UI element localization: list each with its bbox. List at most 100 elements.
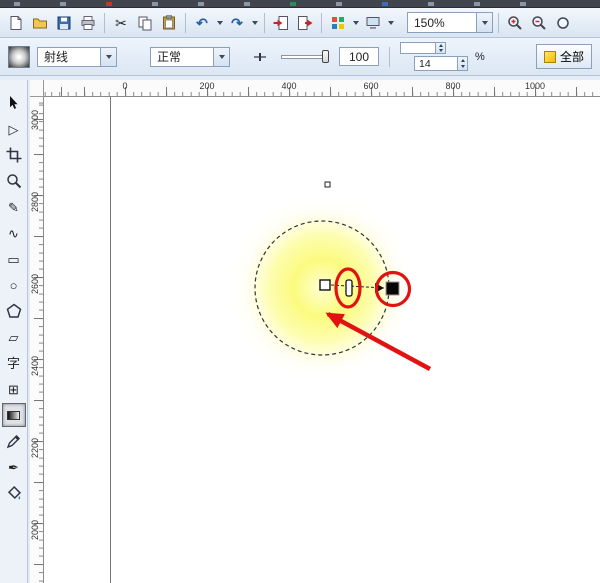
edge-pad-spinner[interactable] bbox=[457, 57, 467, 70]
print-button[interactable] bbox=[77, 12, 99, 34]
midpoint-field[interactable]: 100 bbox=[339, 47, 379, 66]
application-launcher-button[interactable] bbox=[327, 12, 349, 34]
rectangle-tool[interactable]: ▭ bbox=[2, 247, 26, 271]
apply-all-label: 全部 bbox=[559, 50, 584, 64]
edge-pad-field[interactable]: 14 bbox=[414, 56, 468, 71]
artistic-media-tool[interactable]: ∿ bbox=[2, 221, 26, 245]
ruler-label: 2400 bbox=[30, 355, 40, 377]
menu-item-icon bbox=[152, 1, 158, 6]
gradient-start-handle[interactable] bbox=[319, 279, 331, 291]
zoom-level-combo[interactable]: 150% bbox=[407, 12, 493, 33]
color-eyedropper-tool[interactable] bbox=[2, 429, 26, 453]
cut-button[interactable]: ✂ bbox=[110, 12, 132, 34]
save-icon bbox=[57, 16, 71, 29]
new-document-button[interactable] bbox=[5, 12, 27, 34]
steps-field[interactable] bbox=[400, 42, 446, 54]
redo-dropdown[interactable] bbox=[250, 12, 259, 34]
ruler-origin-corner[interactable] bbox=[30, 80, 44, 97]
undo-dropdown[interactable] bbox=[215, 12, 224, 34]
midpoint-slider[interactable] bbox=[281, 50, 329, 63]
chevron-down-icon bbox=[216, 20, 223, 25]
horizontal-ruler[interactable]: 0 200 400 600 800 1000 bbox=[44, 80, 600, 97]
welcome-screen-button[interactable] bbox=[362, 12, 384, 34]
interactive-fill-icon bbox=[7, 410, 20, 420]
apply-all-icon bbox=[543, 50, 556, 63]
spin-up-icon bbox=[438, 44, 443, 47]
toolbar-separator bbox=[104, 12, 105, 33]
welcome-dropdown[interactable] bbox=[386, 12, 395, 34]
chevron-down-icon bbox=[481, 20, 488, 25]
table-tool[interactable]: ⊞ bbox=[2, 377, 26, 401]
fill-type-combo[interactable]: 射线 bbox=[37, 46, 117, 67]
gradient-midpoint-handle[interactable] bbox=[345, 279, 353, 297]
import-button[interactable] bbox=[270, 12, 292, 34]
rectangle-icon: ▭ bbox=[7, 251, 20, 267]
crop-tool[interactable] bbox=[2, 143, 26, 167]
blend-mode-combo-arrow[interactable] bbox=[213, 47, 229, 66]
midpoint-slider-handle[interactable] bbox=[322, 50, 329, 63]
magnifier-icon bbox=[6, 174, 21, 189]
export-button[interactable] bbox=[294, 12, 316, 34]
pan-button[interactable] bbox=[552, 12, 574, 34]
pan-icon bbox=[557, 16, 569, 29]
ruler-label: 2800 bbox=[30, 191, 40, 213]
save-button[interactable] bbox=[53, 12, 75, 34]
cut-icon: ✂ bbox=[115, 14, 127, 31]
copy-button[interactable] bbox=[134, 12, 156, 34]
redo-button[interactable]: ↷ bbox=[226, 12, 248, 34]
zoom-combo-arrow[interactable] bbox=[476, 13, 492, 32]
artistic-media-icon: ∿ bbox=[8, 225, 19, 241]
apply-to-all-button[interactable]: 全部 bbox=[535, 44, 592, 69]
polygon-icon bbox=[6, 303, 21, 318]
shape-tool[interactable]: ▷ bbox=[2, 117, 26, 141]
open-button[interactable] bbox=[29, 12, 51, 34]
ruler-major-ticks bbox=[34, 97, 43, 583]
zoom-level-value: 150% bbox=[414, 15, 445, 30]
launcher-dropdown[interactable] bbox=[351, 12, 360, 34]
steps-spinner[interactable] bbox=[435, 43, 445, 53]
undo-button[interactable]: ↶ bbox=[191, 12, 213, 34]
zoom-in-icon bbox=[508, 15, 522, 30]
ruler-label: 0 bbox=[122, 81, 128, 91]
toolbox: ▷ ✎ ∿ ▭ ○ ▱ 字 ⊞ ✒ bbox=[0, 80, 28, 583]
freehand-tool[interactable]: ✎ bbox=[2, 195, 26, 219]
basic-shapes-icon: ▱ bbox=[8, 329, 19, 345]
property-bar: 射线 正常 100 14 % 全部 bbox=[0, 38, 600, 76]
drawing-canvas[interactable] bbox=[44, 97, 600, 583]
vertical-ruler[interactable]: 3000 2800 2600 2400 2200 2000 bbox=[30, 97, 44, 583]
gradient-end-handle[interactable] bbox=[385, 281, 400, 296]
spin-down-icon bbox=[460, 65, 465, 69]
menu-item-icon bbox=[520, 1, 526, 6]
menu-item-icon bbox=[60, 1, 66, 6]
basic-shapes-tool[interactable]: ▱ bbox=[2, 325, 26, 349]
ruler-label: 3000 bbox=[30, 109, 40, 131]
menu-item-icon bbox=[382, 1, 388, 6]
polygon-tool[interactable] bbox=[2, 299, 26, 323]
outline-pen-icon: ✒ bbox=[8, 459, 19, 475]
zoom-tool[interactable] bbox=[2, 169, 26, 193]
chevron-down-icon bbox=[105, 54, 112, 59]
object-node[interactable] bbox=[324, 181, 331, 188]
interactive-fill-tool[interactable] bbox=[1, 403, 26, 427]
zoom-out-button[interactable] bbox=[528, 12, 550, 34]
menu-item-icon bbox=[290, 1, 296, 6]
zoom-in-button[interactable] bbox=[504, 12, 526, 34]
paste-button[interactable] bbox=[158, 12, 180, 34]
fill-tool[interactable] bbox=[2, 481, 26, 505]
fountain-fill-preview-icon bbox=[8, 45, 30, 68]
freehand-pencil-icon: ✎ bbox=[8, 199, 19, 215]
fill-type-combo-arrow[interactable] bbox=[100, 47, 116, 66]
menu-bar[interactable] bbox=[0, 0, 600, 8]
pick-tool[interactable] bbox=[2, 91, 26, 115]
blend-mode-value: 正常 bbox=[157, 50, 182, 64]
ruler-label: 600 bbox=[363, 81, 379, 91]
text-tool[interactable]: 字 bbox=[2, 351, 26, 375]
redo-icon: ↷ bbox=[231, 14, 243, 31]
blend-mode-combo[interactable]: 正常 bbox=[150, 46, 230, 67]
ellipse-tool[interactable]: ○ bbox=[2, 273, 26, 297]
import-icon bbox=[273, 15, 288, 30]
export-icon bbox=[298, 15, 313, 30]
chevron-down-icon bbox=[251, 20, 258, 25]
standard-toolbar: ✂ ↶ ↷ 150% bbox=[0, 8, 600, 38]
outline-pen-tool[interactable]: ✒ bbox=[2, 455, 26, 479]
